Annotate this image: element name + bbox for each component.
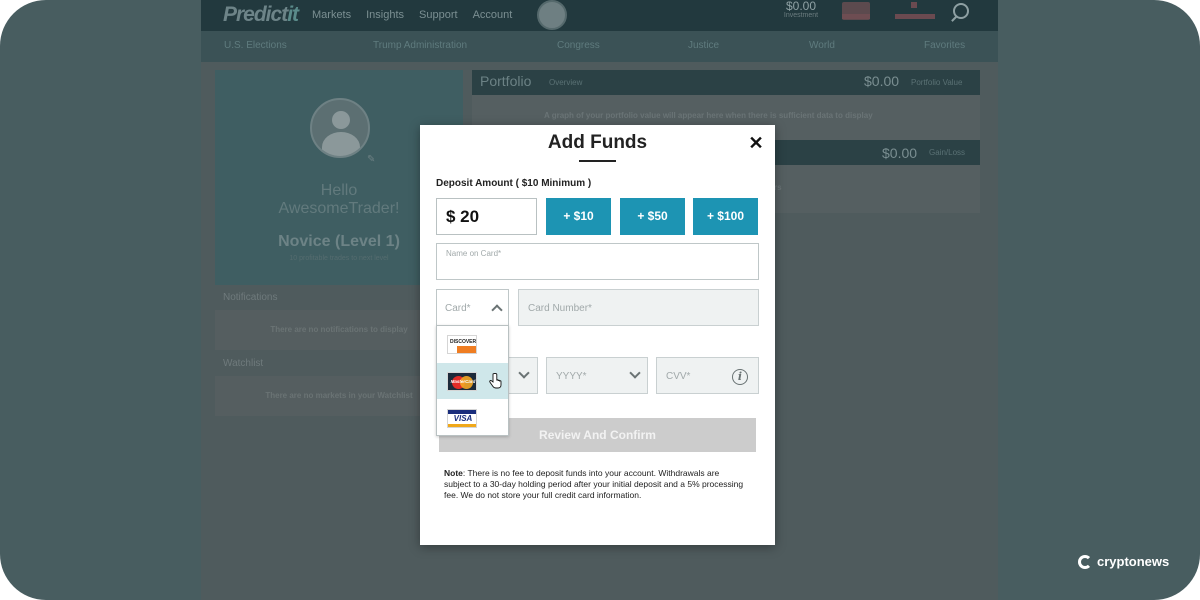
portfolio-value: $0.00 bbox=[864, 73, 900, 89]
invested-label: Investment bbox=[783, 12, 819, 19]
add-100-button[interactable]: + $100 bbox=[693, 198, 758, 235]
nav-support[interactable]: Support bbox=[419, 9, 458, 21]
category-nav: U.S. Elections Trump Administration Cong… bbox=[201, 31, 998, 62]
predictit-logo[interactable]: Predictit bbox=[223, 3, 299, 27]
chevron-down-icon bbox=[518, 367, 530, 379]
info-icon[interactable]: i bbox=[732, 369, 748, 385]
cryptonews-logo-icon bbox=[1078, 554, 1092, 569]
portfolio-value-label: Portfolio Value bbox=[911, 78, 963, 87]
cvv-placeholder: CVV* bbox=[666, 371, 691, 382]
category-world[interactable]: World bbox=[809, 40, 835, 51]
watermark-text: cryptonews bbox=[1097, 554, 1170, 569]
gain-value: $0.00 bbox=[882, 145, 918, 161]
invested-value: $0.00 bbox=[785, 0, 817, 13]
cash-badge bbox=[842, 2, 870, 20]
edit-icon[interactable]: ✎ bbox=[367, 154, 377, 165]
screenshot-frame: Predictit Markets Insights Support Accou… bbox=[0, 0, 1200, 600]
note-text: : There is no fee to deposit funds into … bbox=[444, 468, 744, 500]
portfolio-subtitle: Overview bbox=[549, 78, 583, 87]
gain-label: Gain/Loss bbox=[929, 148, 966, 157]
invested-stat: $0.00 Investment bbox=[776, 0, 826, 19]
title-underline bbox=[579, 160, 616, 162]
modal-title: Add Funds bbox=[547, 132, 648, 153]
card-number-placeholder: Card Number* bbox=[528, 303, 592, 314]
add-10-button[interactable]: + $10 bbox=[546, 198, 611, 235]
card-type-placeholder: Card* bbox=[445, 303, 471, 314]
deposit-amount-input[interactable]: $ 20 bbox=[436, 198, 537, 235]
profile-avatar[interactable] bbox=[310, 98, 370, 158]
discover-logo: DISCOVER bbox=[447, 335, 477, 354]
card-option-mastercard[interactable]: MasterCard bbox=[437, 363, 508, 399]
cryptonews-watermark: cryptonews bbox=[1078, 554, 1169, 569]
expiry-year-select[interactable]: YYYY* bbox=[546, 357, 648, 394]
gain-body-text: rs bbox=[774, 183, 782, 192]
name-on-card-field[interactable]: Name on Card* bbox=[436, 243, 759, 280]
card-number-field[interactable]: Card Number* bbox=[518, 289, 759, 326]
deposit-amount-label: Deposit Amount ( $10 Minimum ) bbox=[436, 178, 592, 189]
gain-loss-body: rs bbox=[772, 165, 980, 213]
name-on-card-placeholder: Name on Card* bbox=[446, 249, 502, 258]
note-label: Note bbox=[444, 468, 463, 478]
visa-logo: VISA bbox=[447, 409, 477, 428]
expiry-year-placeholder: YYYY* bbox=[556, 371, 587, 382]
add-50-button[interactable]: + $50 bbox=[620, 198, 685, 235]
nav-markets[interactable]: Markets bbox=[312, 9, 351, 21]
top-navbar: Predictit Markets Insights Support Accou… bbox=[201, 0, 998, 31]
card-option-visa[interactable]: VISA bbox=[437, 400, 508, 436]
card-option-discover[interactable]: DISCOVER bbox=[437, 326, 508, 362]
avatar-icon[interactable] bbox=[537, 0, 567, 30]
card-type-dropdown: DISCOVER MasterCard VISA bbox=[436, 325, 509, 436]
category-justice[interactable]: Justice bbox=[688, 40, 719, 51]
mastercard-text: MasterCard bbox=[450, 379, 476, 384]
funds-badge bbox=[895, 2, 935, 20]
portfolio-title: Portfolio bbox=[480, 73, 532, 89]
logo-accent: it bbox=[287, 3, 299, 26]
portfolio-header: Portfolio Overview $0.00 Portfolio Value bbox=[472, 70, 980, 95]
portfolio-graph-message: A graph of your portfolio value will app… bbox=[544, 111, 873, 120]
discover-text: DISCOVER bbox=[450, 339, 477, 345]
card-type-select[interactable]: Card* bbox=[436, 289, 509, 326]
logo-text: Predict bbox=[223, 3, 288, 26]
chevron-up-icon bbox=[491, 304, 503, 316]
gain-loss-header: $0.00 Gain/Loss bbox=[772, 140, 980, 165]
nav-account[interactable]: Account bbox=[473, 9, 513, 21]
search-icon[interactable] bbox=[953, 3, 969, 19]
mastercard-logo: MasterCard bbox=[447, 372, 477, 391]
close-icon[interactable]: ✕ bbox=[748, 133, 764, 153]
main-nav: Markets Insights Support Account bbox=[312, 9, 512, 21]
cvv-field[interactable]: CVV* i bbox=[656, 357, 759, 394]
category-favorites[interactable]: Favorites bbox=[924, 40, 965, 51]
category-us-elections[interactable]: U.S. Elections bbox=[224, 40, 287, 51]
deposit-note: Note: There is no fee to deposit funds i… bbox=[444, 468, 744, 501]
category-trump-administration[interactable]: Trump Administration bbox=[373, 40, 467, 51]
visa-text: VISA bbox=[453, 414, 473, 423]
pointer-cursor-icon bbox=[489, 373, 502, 389]
add-funds-modal: Add Funds ✕ Deposit Amount ( $10 Minimum… bbox=[420, 125, 775, 545]
category-congress[interactable]: Congress bbox=[557, 40, 600, 51]
chevron-down-icon bbox=[629, 367, 641, 379]
nav-insights[interactable]: Insights bbox=[366, 9, 404, 21]
